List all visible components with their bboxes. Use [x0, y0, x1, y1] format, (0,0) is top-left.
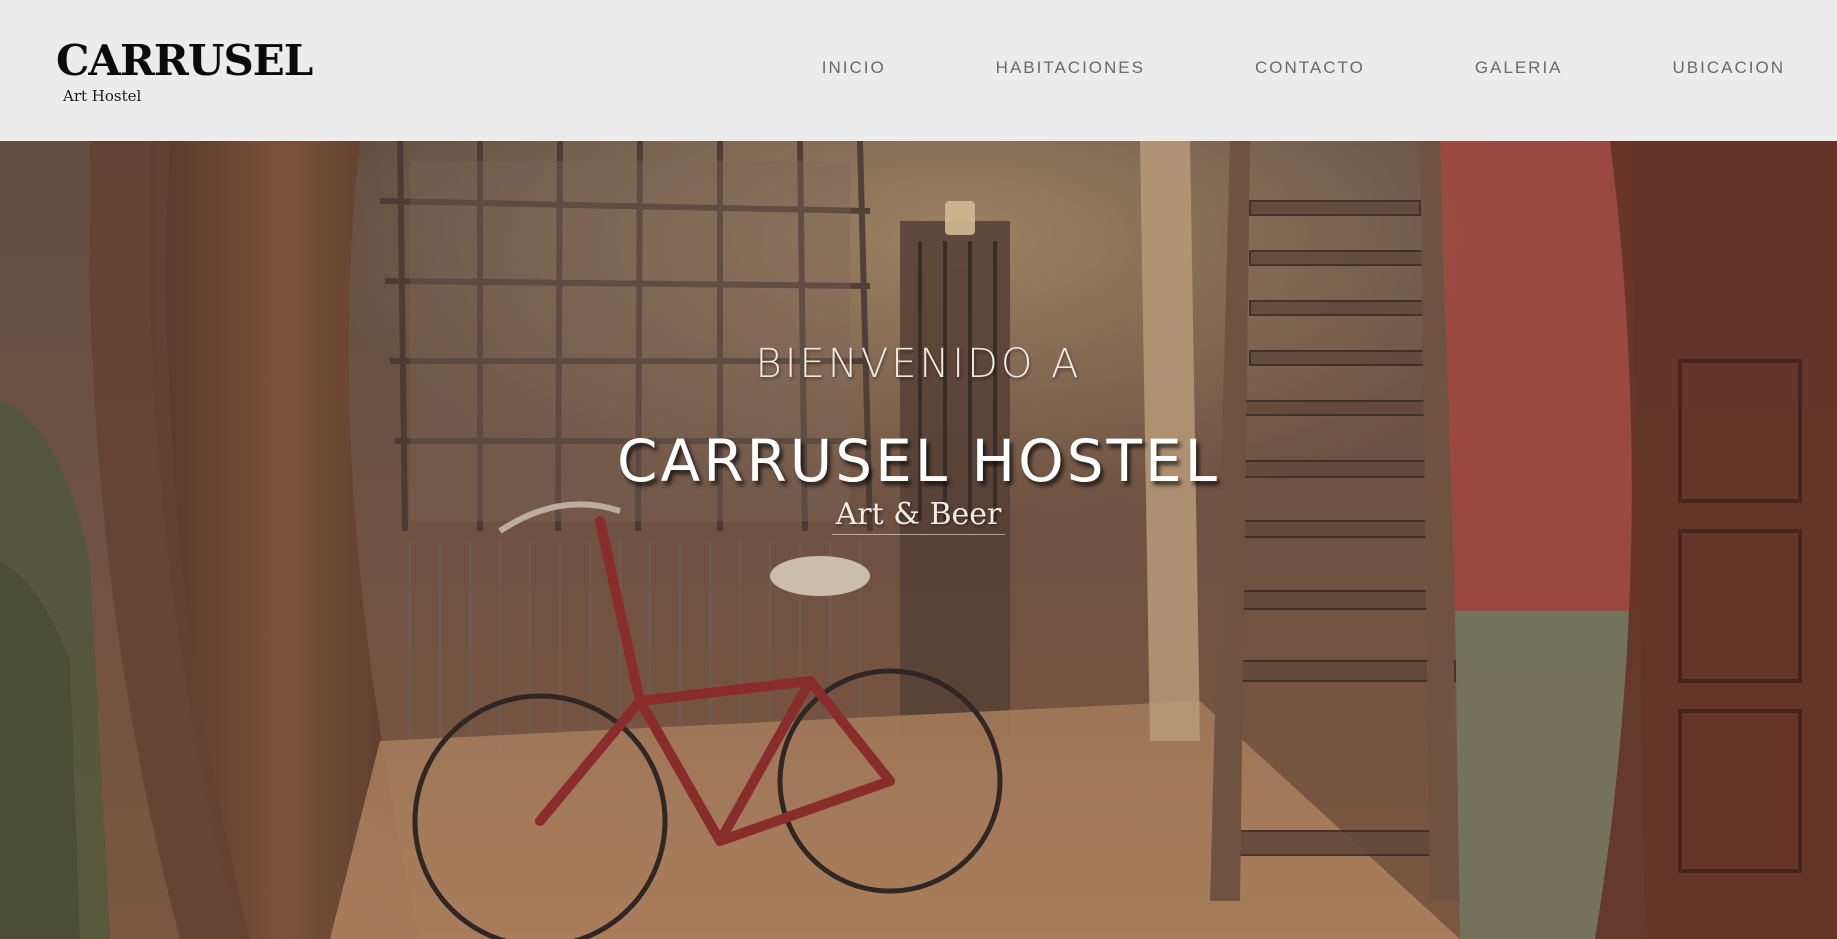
nav-item-contacto[interactable]: CONTACTO: [1255, 58, 1365, 78]
hero-tagline: Art & Beer: [831, 497, 1006, 535]
hero-section: BIENVENIDO A CARRUSEL HOSTEL Art & Beer: [0, 141, 1837, 939]
hero-overlay: [0, 141, 1837, 939]
site-logo[interactable]: CARRUSEL Art Hostel: [56, 36, 313, 106]
hero-title: CARRUSEL HOSTEL: [617, 427, 1220, 495]
nav-item-inicio[interactable]: INICIO: [822, 58, 886, 78]
nav-item-ubicacion[interactable]: UBICACION: [1673, 58, 1785, 78]
hero-pretitle: BIENVENIDO A: [755, 341, 1082, 387]
logo-subtitle: Art Hostel: [63, 87, 142, 105]
nav-item-habitaciones[interactable]: HABITACIONES: [996, 58, 1145, 78]
site-header: CARRUSEL Art Hostel INICIO HABITACIONES …: [0, 0, 1837, 141]
main-nav: INICIO HABITACIONES CONTACTO GALERIA UBI…: [822, 58, 1785, 78]
logo-title[interactable]: CARRUSEL: [56, 36, 313, 86]
hero-tagline-wrap: Art & Beer: [0, 497, 1837, 535]
nav-item-galeria[interactable]: GALERIA: [1475, 58, 1563, 78]
